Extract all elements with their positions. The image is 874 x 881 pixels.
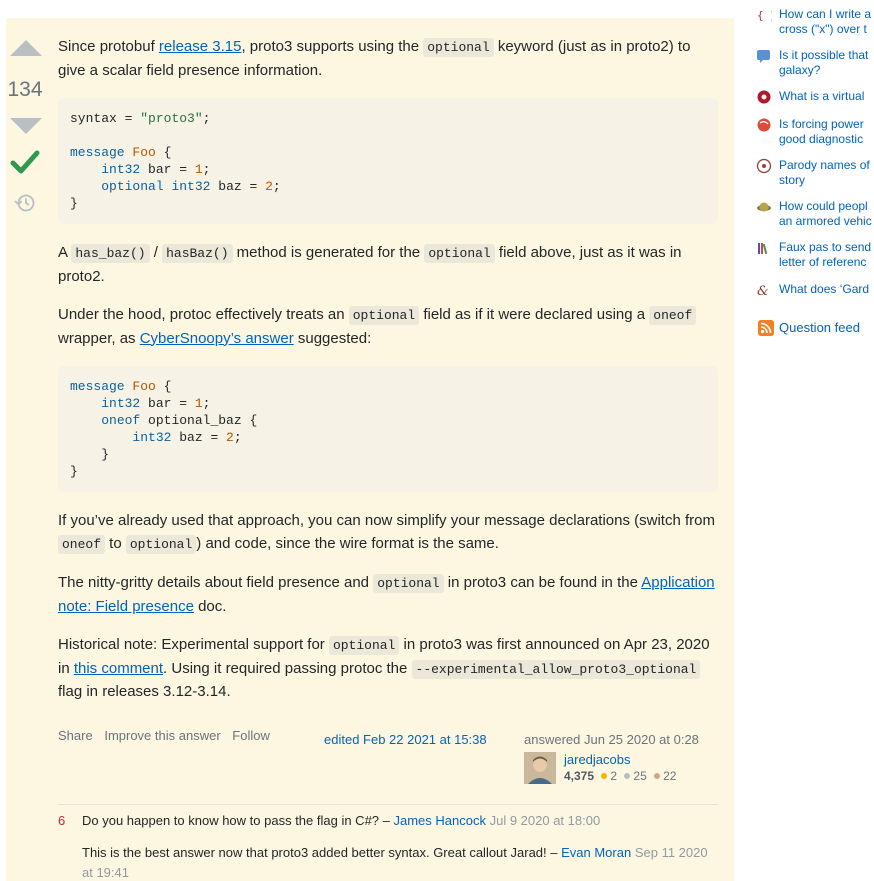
answer-paragraph: Since protobuf release 3.15, proto3 supp… [58, 38, 691, 79]
share-link[interactable]: Share [58, 728, 93, 743]
reputation-score: 4,375 [564, 769, 595, 783]
circle-glyph-icon [756, 158, 772, 174]
comment-body: Do you happen to know how to pass the fl… [82, 813, 601, 828]
ampersand-icon: & [757, 284, 769, 298]
edited-timestamp-link[interactable]: edited Feb 22 2021 at 15:38 [324, 732, 487, 747]
comment-user-link[interactable]: James Hancock [393, 813, 485, 828]
bronze-badge-count: 22 [663, 769, 677, 783]
inline-code: oneof [649, 306, 697, 325]
inline-code: optional [424, 244, 495, 263]
comment-user-link[interactable]: Evan Moran [561, 845, 631, 860]
chat-bubble-icon [757, 50, 770, 63]
follow-link[interactable]: Follow [232, 728, 270, 743]
hot-network-questions: { } How can I write a cross ("x") over t… [756, 7, 872, 336]
avatar[interactable] [524, 752, 556, 784]
reputation-line: 4,375 2 25 22 [564, 769, 676, 783]
inline-code: optional [373, 574, 444, 593]
comment-score: 6 [58, 813, 66, 828]
user-card: answered Jun 25 2020 at 0:28 jaredjacobs… [524, 732, 724, 784]
planet-icon [757, 202, 771, 212]
answer-body: Since protobuf release 3.15, proto3 supp… [58, 36, 718, 720]
answer-paragraph: The nitty-gritty details about field pre… [58, 574, 715, 615]
inline-code: optional [423, 38, 494, 57]
vote-count: 134 [7, 78, 43, 101]
silver-badge-count: 25 [633, 769, 647, 783]
inline-code: optional [328, 636, 400, 655]
release-link[interactable]: release 3.15 [159, 38, 242, 55]
curly-braces-icon: { } [757, 9, 772, 22]
inline-code: has_baz() [71, 244, 150, 263]
answer-paragraph: If you’ve already used that approach, yo… [58, 512, 715, 554]
post-menu: Share Improve this answer Follow [58, 728, 278, 743]
books-icon [758, 243, 768, 255]
inline-code: optional [125, 534, 197, 554]
svg-text:&: & [757, 284, 769, 298]
inline-code: oneof [58, 534, 106, 554]
comment-body: This is the best answer now that proto3 … [82, 845, 708, 880]
downvote-arrow-icon[interactable] [10, 118, 42, 134]
timeline-history-icon[interactable] [14, 192, 36, 214]
bronze-badge-icon [654, 773, 661, 780]
answer-paragraph: Historical note: Experimental support fo… [58, 636, 710, 700]
gear-flower-icon [757, 90, 771, 104]
cybersnoopy-answer-link[interactable]: CyberSnoopy’s answer [140, 330, 294, 347]
svg-text:{ }: { } [757, 9, 772, 22]
user-name-link[interactable]: jaredjacobs [564, 752, 631, 767]
improve-answer-link[interactable]: Improve this answer [104, 728, 220, 743]
inline-code: hasBaz() [162, 244, 233, 263]
comments-divider [58, 804, 718, 805]
answer-paragraph: A has_baz() / hasBaz() method is generat… [58, 244, 682, 285]
gold-badge-icon [601, 773, 608, 780]
answer-paragraph: Under the hood, protoc effectively treat… [58, 304, 718, 350]
red-globe-icon [757, 118, 771, 132]
avatar-portrait-icon [524, 752, 556, 784]
accepted-checkmark-icon [10, 150, 40, 174]
code-block: message Foo { int32 bar = 1; oneof optio… [58, 366, 718, 492]
inline-code: --experimental_allow_proto3_optional [411, 659, 701, 679]
code-block: syntax = "proto3"; message Foo { int32 b… [58, 98, 718, 224]
gold-badge-count: 2 [610, 769, 618, 783]
rss-feed-icon [758, 320, 774, 336]
silver-badge-icon [624, 773, 631, 780]
upvote-arrow-icon[interactable] [10, 40, 42, 56]
comment-date[interactable]: Jul 9 2020 at 18:00 [490, 813, 601, 828]
answered-timestamp: answered Jun 25 2020 at 0:28 [524, 732, 699, 747]
inline-code: optional [348, 306, 420, 325]
this-comment-link[interactable]: this comment [74, 660, 163, 677]
